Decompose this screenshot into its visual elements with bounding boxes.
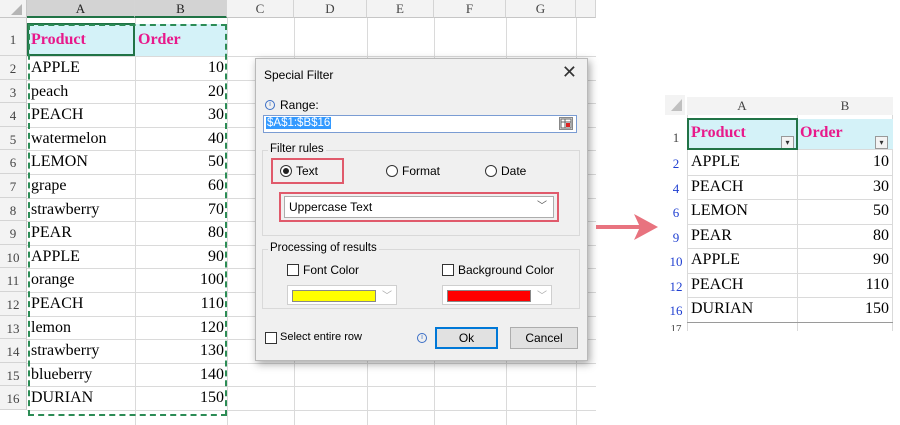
font-color-checkbox[interactable] — [287, 264, 299, 276]
chevron-down-icon: ﹀ — [382, 291, 392, 302]
row-header[interactable]: 9 — [665, 224, 687, 249]
row-header[interactable]: 15 — [0, 362, 27, 387]
row-header[interactable]: 6 — [665, 199, 687, 224]
row-header[interactable]: 13 — [0, 315, 27, 340]
row-header-1[interactable]: 1 — [665, 119, 687, 149]
order-cell[interactable]: 150 — [797, 297, 892, 322]
select-all-corner[interactable] — [665, 95, 685, 115]
select-all-corner[interactable] — [0, 0, 27, 18]
info-icon: i — [417, 333, 427, 343]
font-color-picker[interactable]: ﹀ — [287, 285, 397, 305]
cancel-button[interactable]: Cancel — [510, 327, 578, 349]
gridline — [687, 321, 893, 323]
order-cell[interactable]: 30 — [797, 175, 892, 200]
row-header[interactable]: 6 — [0, 150, 27, 174]
select-entire-row-checkbox[interactable] — [265, 332, 277, 344]
radio-date-label[interactable]: Date — [501, 164, 526, 178]
chevron-down-icon: ﹀ — [537, 201, 547, 212]
filter-dropdown-icon[interactable]: ▾ — [875, 136, 888, 149]
col-header-g[interactable]: G — [506, 0, 576, 18]
radio-format[interactable] — [386, 165, 398, 177]
right-spreadsheet: A B 2 APPLE 10 4 PEACH 30 6 LEMON 50 9 PEAR 80 10 APP… — [665, 95, 893, 331]
row-header[interactable]: 4 — [0, 103, 27, 127]
row-header[interactable]: 7 — [0, 174, 27, 198]
row-header[interactable]: 4 — [665, 175, 687, 200]
product-cell[interactable]: DURIAN — [688, 297, 797, 322]
bg-color-swatch — [447, 290, 531, 302]
range-input[interactable]: $A$1:$B$16 — [263, 115, 577, 133]
row-header[interactable]: 2 — [665, 150, 687, 175]
col-header-c[interactable]: C — [227, 0, 294, 18]
product-cell[interactable]: LEMON — [688, 199, 797, 224]
row-header[interactable]: 16 — [665, 297, 687, 322]
product-cell[interactable]: APPLE — [688, 248, 797, 273]
font-color-label[interactable]: Font Color — [303, 263, 359, 277]
range-label: Range: — [280, 98, 319, 112]
bg-color-label[interactable]: Background Color — [458, 263, 554, 277]
row-header[interactable]: 5 — [0, 126, 27, 151]
order-cell[interactable]: 110 — [797, 273, 892, 298]
col-header-a[interactable]: A — [687, 97, 797, 115]
ok-button[interactable]: Ok — [435, 327, 498, 349]
dialog-title: Special Filter — [264, 68, 334, 82]
info-icon: i — [265, 100, 275, 110]
close-icon[interactable]: ✕ — [562, 62, 577, 83]
col-header-a[interactable]: A — [27, 0, 135, 18]
col-header-d[interactable]: D — [294, 0, 367, 18]
selection-marquee — [28, 24, 227, 416]
order-cell[interactable]: 80 — [797, 224, 892, 249]
row-header[interactable]: 3 — [0, 79, 27, 104]
bg-color-picker[interactable]: ﹀ — [442, 285, 552, 305]
filter-type-value: Uppercase Text — [289, 200, 373, 214]
col-header-f[interactable]: F — [434, 0, 506, 18]
row-header[interactable]: 14 — [0, 339, 27, 363]
row-header[interactable]: 10 — [0, 244, 27, 269]
col-header-b[interactable]: B — [797, 97, 893, 115]
range-picker-icon[interactable] — [559, 117, 573, 130]
product-cell[interactable]: PEACH — [688, 175, 797, 200]
order-cell[interactable]: 90 — [797, 248, 892, 273]
active-cell-border — [687, 118, 798, 150]
radio-text-label[interactable]: Text — [296, 164, 318, 178]
last-row-header: 17 — [670, 323, 682, 331]
col-header-e[interactable]: E — [367, 0, 434, 18]
arrow-right-icon — [596, 214, 658, 240]
font-color-swatch — [292, 290, 376, 302]
processing-label: Processing of results — [268, 242, 379, 254]
filter-type-select[interactable]: Uppercase Text ﹀ — [284, 196, 554, 218]
col-header-b[interactable]: B — [135, 0, 227, 18]
radio-date[interactable] — [485, 165, 497, 177]
row-header[interactable]: 2 — [0, 56, 27, 80]
range-value: $A$1:$B$16 — [266, 117, 332, 129]
row-header[interactable]: 11 — [0, 268, 27, 292]
select-entire-row-label[interactable]: Select entire row — [280, 331, 362, 343]
filter-rules-label: Filter rules — [268, 143, 326, 155]
order-cell[interactable]: 10 — [797, 150, 892, 175]
col-header-h[interactable] — [576, 0, 596, 18]
row-header-1[interactable]: 1 — [0, 18, 27, 56]
product-cell[interactable]: PEAR — [688, 224, 797, 249]
row-header[interactable]: 12 — [665, 273, 687, 298]
radio-text[interactable] — [280, 165, 292, 177]
bg-color-checkbox[interactable] — [442, 264, 454, 276]
chevron-down-icon: ﹀ — [537, 291, 547, 302]
order-cell[interactable]: 50 — [797, 199, 892, 224]
row-header[interactable]: 10 — [665, 248, 687, 273]
row-header[interactable]: 12 — [0, 292, 27, 316]
row-header[interactable]: 8 — [0, 197, 27, 222]
product-cell[interactable]: PEACH — [688, 273, 797, 298]
product-cell[interactable]: APPLE — [688, 150, 797, 175]
row-header[interactable]: 16 — [0, 386, 27, 410]
row-header[interactable]: 9 — [0, 221, 27, 245]
radio-format-label[interactable]: Format — [402, 164, 440, 178]
special-filter-dialog: Special Filter ✕ i Range: $A$1:$B$16 Fil… — [255, 58, 588, 361]
